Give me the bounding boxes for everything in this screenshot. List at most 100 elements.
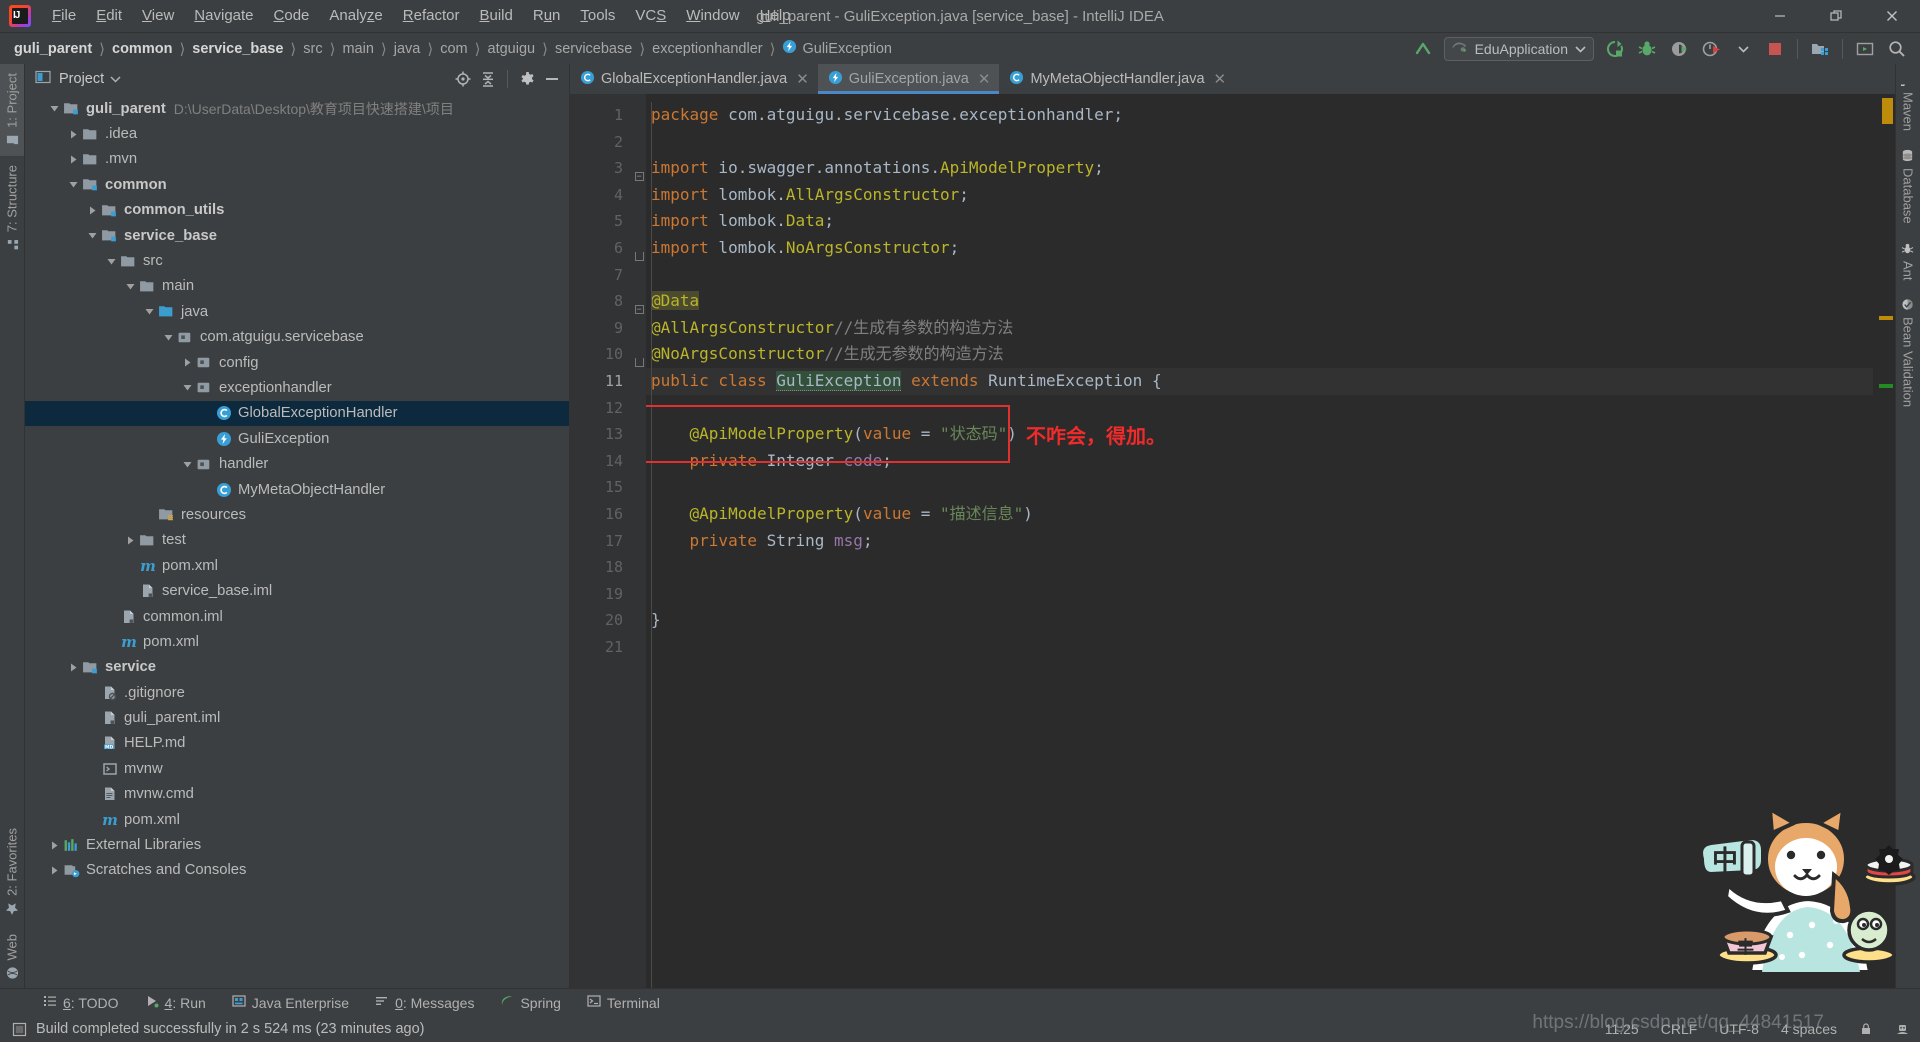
tree-node[interactable]: .mvn [25,147,569,172]
minus-icon[interactable] [541,68,563,90]
chevron-down-icon[interactable] [110,70,121,88]
breadcrumb-item-6[interactable]: com [440,41,467,57]
minimize-icon[interactable] [1752,0,1808,33]
line-number[interactable]: 15 [570,474,632,501]
tree-node[interactable]: .gitignore [25,680,569,705]
editor-tab-mymetaobjecthandler[interactable]: MyMetaObjectHandler.java ✕ [999,64,1235,94]
line-number[interactable]: 14 [570,448,632,475]
target-crosshair-icon[interactable] [452,68,474,90]
menu-window[interactable]: Window [676,4,749,28]
tree-node[interactable]: common_utils [25,198,569,223]
debug-bug-icon[interactable] [1632,36,1662,62]
breadcrumb-item-9[interactable]: exceptionhandler [652,41,762,57]
code-line-1[interactable]: package com.atguigu.servicebase.exceptio… [646,102,1873,129]
menu-view[interactable]: View [132,4,184,28]
chevron-down-icon[interactable] [1728,36,1758,62]
tree-node[interactable]: GuliException [25,426,569,451]
run-icon[interactable] [1600,36,1630,62]
tree-expander[interactable] [66,154,81,165]
run-configuration-selector[interactable]: EduApplication [1443,36,1594,61]
line-number[interactable]: 20 [570,607,632,634]
breadcrumb-item-8[interactable]: servicebase [555,41,632,57]
tree-expander[interactable] [180,357,195,368]
menu-tools[interactable]: Tools [570,4,625,28]
code-line-15[interactable] [646,474,1873,501]
menu-file[interactable]: File [42,4,86,28]
sidebar-item-ant[interactable]: Ant [1896,233,1920,290]
line-number[interactable]: 9 [570,315,632,342]
coverage-icon[interactable] [1664,36,1694,62]
editor-tab-guliexception[interactable]: GuliException.java ✕ [817,64,1000,94]
code-line-17[interactable]: private String msg; [646,528,1873,555]
sidebar-item-maven[interactable]: m Maven [1895,64,1920,140]
code-line-14[interactable]: private Integer code; [646,448,1873,475]
code-line-12[interactable] [646,395,1873,422]
tree-node[interactable]: test [25,528,569,553]
code-line-2[interactable] [646,129,1873,156]
tree-node[interactable]: Scratches and Consoles [25,858,569,883]
tree-expander[interactable] [66,179,81,190]
tree-expander[interactable] [180,459,195,470]
breadcrumb-item-7[interactable]: atguigu [488,41,536,57]
tool-window-java-enterprise[interactable]: Java Enterprise [219,994,362,1011]
breadcrumb-item-5[interactable]: java [394,41,421,57]
menu-navigate[interactable]: Navigate [184,4,263,28]
tree-expander[interactable] [85,230,100,241]
close-icon[interactable]: ✕ [1214,70,1227,88]
tree-expander[interactable] [142,306,157,317]
line-number[interactable]: 19 [570,581,632,608]
line-number[interactable]: 18 [570,554,632,581]
line-number[interactable]: 8 [570,288,632,315]
breadcrumb-item-2[interactable]: service_base [192,41,283,57]
read-only-lock-icon[interactable] [1859,1022,1873,1036]
tree-expander[interactable] [47,865,62,876]
fold-marker-class-end[interactable] [632,349,646,376]
code-line-7[interactable] [646,262,1873,289]
tree-expander[interactable] [161,332,176,343]
close-icon[interactable]: ✕ [796,70,809,88]
tree-expander[interactable] [180,382,195,393]
collapse-all-icon[interactable] [477,68,499,90]
tool-window-terminal[interactable]: Terminal [574,994,673,1011]
tree-expander[interactable] [47,840,62,851]
tool-window-messages[interactable]: 0: Messages [362,994,487,1011]
input-method-floating-widget[interactable]: 中 丰 [1690,797,1920,987]
sidebar-item-web[interactable]: Web [0,925,24,989]
breadcrumb-item-1[interactable]: common [112,41,172,57]
tree-node[interactable]: m pom.xml [25,807,569,832]
code-line-9[interactable]: @AllArgsConstructor//生成有参数的构造方法 [646,315,1873,342]
code-line-21[interactable] [646,634,1873,661]
code-folding-column[interactable]: − − [632,94,646,988]
tree-expander[interactable] [47,103,62,114]
code-line-18[interactable] [646,554,1873,581]
menu-build[interactable]: Build [469,4,522,28]
tree-node[interactable]: main [25,274,569,299]
tree-expander[interactable] [123,281,138,292]
menu-refactor[interactable]: Refactor [393,4,470,28]
code-line-13[interactable]: @ApiModelProperty(value = "状态码") [646,421,1873,448]
tree-node-selected[interactable]: GlobalExceptionHandler [25,400,569,427]
breadcrumb-item-10[interactable]: GuliException [782,39,892,58]
menu-run[interactable]: Run [523,4,571,28]
close-icon[interactable] [1864,0,1920,33]
menu-code[interactable]: Code [264,4,320,28]
tree-node[interactable]: com.atguigu.servicebase [25,325,569,350]
code-editor[interactable]: package com.atguigu.servicebase.exceptio… [646,94,1873,988]
tree-node[interactable]: m pom.xml [25,553,569,578]
tree-node[interactable]: .idea [25,121,569,146]
line-number[interactable]: 1 [570,102,632,129]
line-number[interactable]: 12 [570,395,632,422]
terminal-window-icon[interactable] [1850,36,1880,62]
menu-vcs[interactable]: VCS [625,4,676,28]
tool-window-run[interactable]: 4: Run [132,994,219,1011]
stop-square-icon[interactable] [1760,36,1790,62]
code-line-6[interactable]: import lombok.NoArgsConstructor; [646,235,1873,262]
tree-node[interactable]: common [25,172,569,197]
tree-node[interactable]: config [25,350,569,375]
line-number[interactable]: 7 [570,262,632,289]
tree-node[interactable]: service [25,655,569,680]
tree-expander[interactable] [66,129,81,140]
project-tree[interactable]: guli_parent D:\UserData\Desktop\教育项目快速搭建\… [25,94,569,988]
code-line-3[interactable]: import io.swagger.annotations.ApiModelPr… [646,155,1873,182]
fold-marker-imports[interactable]: − [632,163,646,190]
